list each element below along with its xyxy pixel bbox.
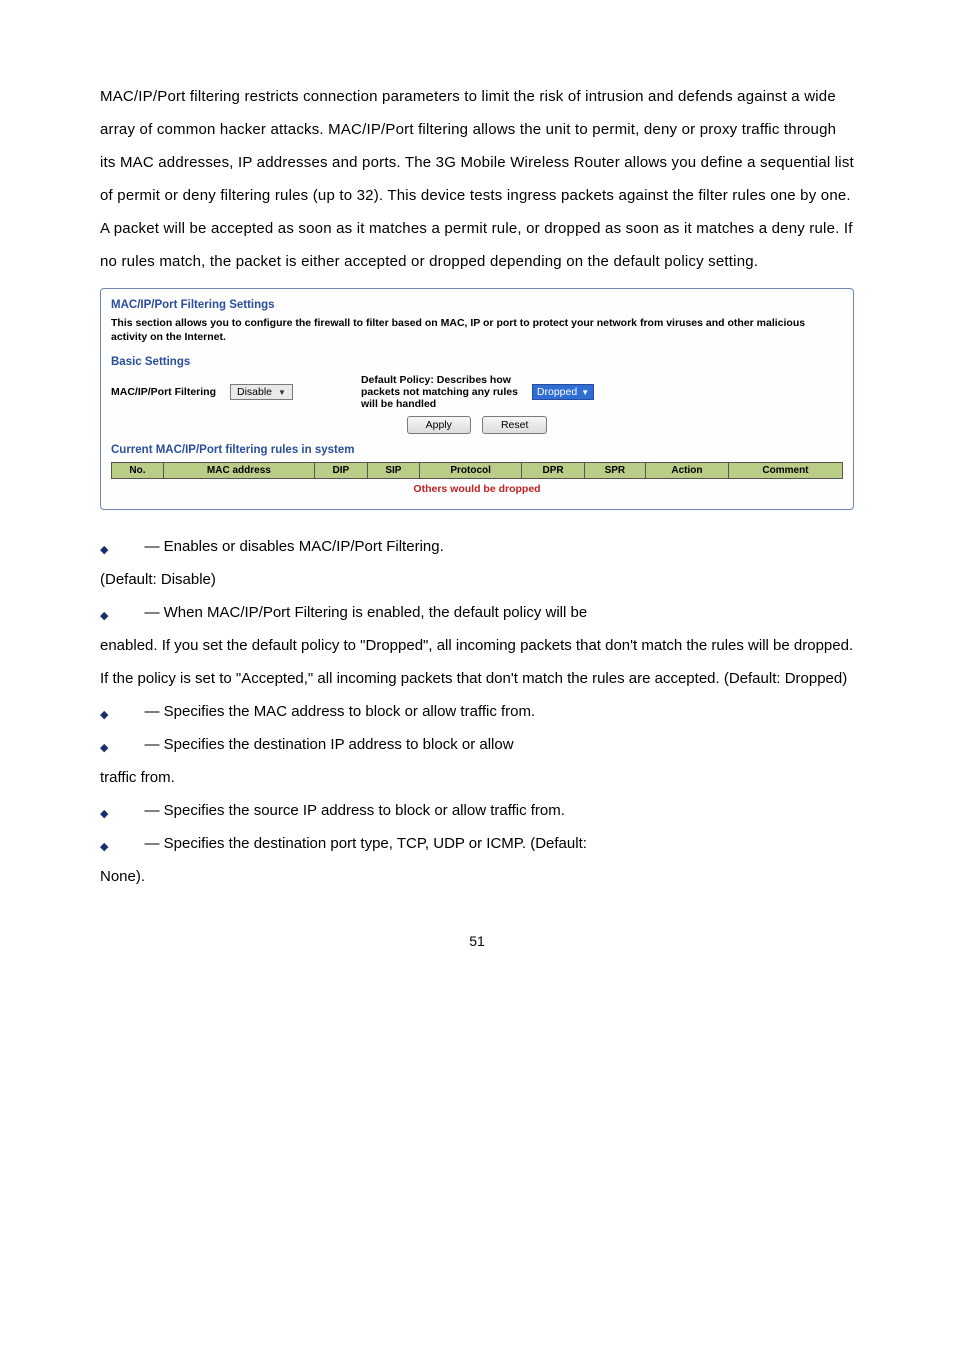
current-rules-heading: Current MAC/IP/Port filtering rules in s… [111,444,843,456]
bullet-1-text: — Enables or disables MAC/IP/Port Filter… [144,530,854,563]
col-dip: DIP [314,463,367,479]
bullet-6-text: — Specifies the destination port type, T… [144,827,854,860]
apply-button[interactable]: Apply [407,416,471,434]
bullet-1-after: (Default: Disable) [100,563,854,596]
chevron-down-icon: ▼ [581,388,589,397]
bullet-icon: ◆ [100,802,108,826]
col-no: No. [112,463,164,479]
basic-settings-heading: Basic Settings [111,356,843,368]
bullet-6-after: None). [100,860,854,893]
col-spr: SPR [584,463,645,479]
reset-button[interactable]: Reset [482,416,547,434]
col-mac: MAC address [163,463,314,479]
settings-desc: This section allows you to configure the… [111,317,843,344]
filtering-select[interactable]: Disable ▼ [230,384,293,400]
settings-panel: MAC/IP/Port Filtering Settings This sect… [100,288,854,510]
bullet-icon: ◆ [100,835,108,859]
col-protocol: Protocol [419,463,522,479]
page-number: 51 [100,933,854,949]
filtering-select-value: Disable [237,386,272,398]
col-action: Action [645,463,728,479]
policy-select-value: Dropped [537,386,577,398]
table-header-row: No. MAC address DIP SIP Protocol DPR SPR… [112,463,843,479]
others-dropped-text: Others would be dropped [111,483,843,495]
bullet-4-text: — Specifies the destination IP address t… [144,728,854,761]
bullet-icon: ◆ [100,736,108,760]
filtering-label: MAC/IP/Port Filtering [111,386,216,398]
bullet-icon: ◆ [100,604,108,628]
col-sip: SIP [367,463,419,479]
settings-title: MAC/IP/Port Filtering Settings [111,299,843,311]
bullet-icon: ◆ [100,538,108,562]
bullet-icon: ◆ [100,703,108,727]
default-policy-text: Default Policy: Describes how packets no… [361,374,518,410]
col-comment: Comment [728,463,842,479]
rules-table: No. MAC address DIP SIP Protocol DPR SPR… [111,462,843,479]
bullet-2-text: — When MAC/IP/Port Filtering is enabled,… [144,596,854,629]
policy-select[interactable]: Dropped ▼ [532,384,594,400]
bullet-5-text: — Specifies the source IP address to blo… [144,794,854,827]
chevron-down-icon: ▼ [278,388,286,397]
col-dpr: DPR [522,463,584,479]
intro-paragraph: MAC/IP/Port filtering restricts connecti… [100,80,854,278]
bullet-3-text: — Specifies the MAC address to block or … [144,695,854,728]
bullet-4-after: traffic from. [100,761,854,794]
bullet-2-cont: enabled. If you set the default policy t… [100,629,854,695]
